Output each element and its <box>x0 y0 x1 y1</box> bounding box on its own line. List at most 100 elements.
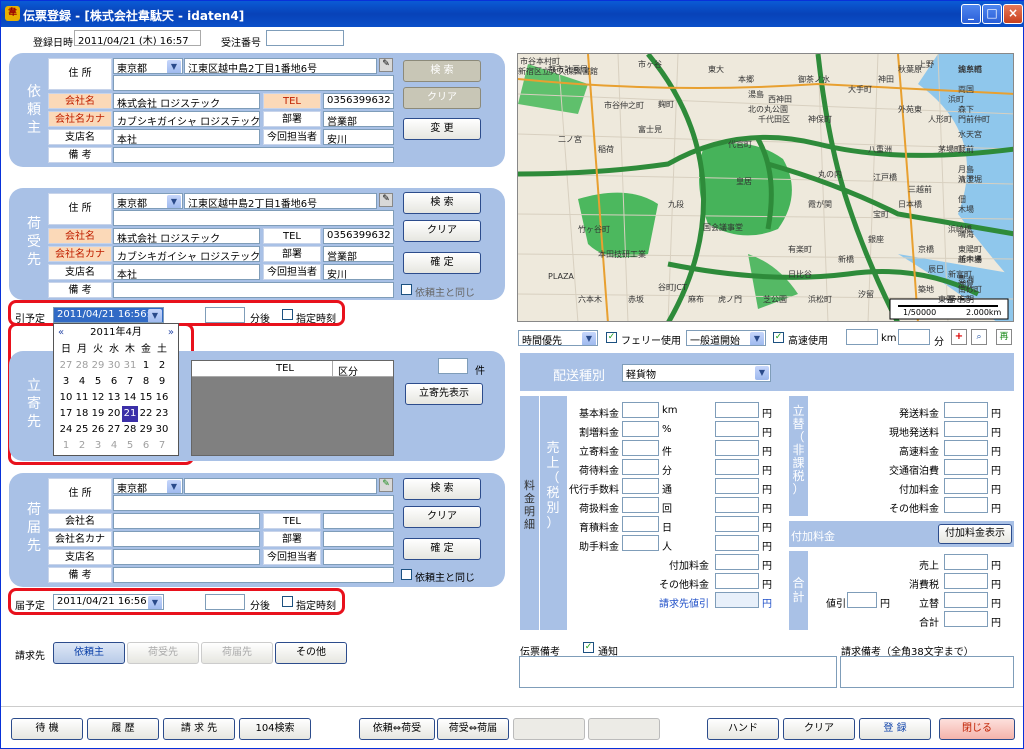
hand-button[interactable]: ハンド <box>707 718 779 740</box>
calendar-day[interactable]: 6 <box>138 438 154 454</box>
calendar-day[interactable]: 27 <box>58 358 74 374</box>
niuke-address2-field[interactable] <box>113 210 394 226</box>
niuke-search-button[interactable]: 検 索 <box>403 192 481 214</box>
uriage-amount-field[interactable] <box>715 516 759 532</box>
irainushi-tel-field[interactable]: 0356399632 <box>323 93 394 109</box>
slip-memo-field[interactable] <box>519 656 837 688</box>
calendar-day[interactable]: 16 <box>154 390 170 406</box>
calendar-day[interactable]: 24 <box>58 422 74 438</box>
pickup-minutes-field[interactable] <box>205 307 245 323</box>
calendar-day[interactable]: 4 <box>106 438 122 454</box>
calendar-day[interactable]: 13 <box>106 390 122 406</box>
route-priority-select[interactable]: 時間優先 ▼ <box>518 330 598 346</box>
billing-delivery-button[interactable]: 荷届先 <box>201 642 273 664</box>
calendar-day[interactable]: 28 <box>74 358 90 374</box>
goukei-discount-field[interactable] <box>847 592 877 608</box>
delivery-company-field[interactable] <box>113 513 260 529</box>
irainushi-kana-field[interactable]: カブシキガイシャ ロジステック <box>113 111 260 127</box>
delivery-same-checkbox[interactable] <box>401 569 412 580</box>
discount-field[interactable] <box>715 592 759 608</box>
register-button[interactable]: 登 録 <box>859 718 931 740</box>
maximize-button[interactable]: □ <box>982 4 1002 24</box>
billing-target-button[interactable]: 請 求 先 <box>163 718 235 740</box>
pencil-icon[interactable]: ✎ <box>379 478 393 492</box>
niuke-company-field[interactable]: 株式会社 ロジステック <box>113 228 260 244</box>
calendar-day[interactable]: 14 <box>122 390 138 406</box>
delivery-person-field[interactable] <box>323 549 394 565</box>
order-no-field[interactable] <box>266 30 344 46</box>
calendar-day[interactable]: 25 <box>74 422 90 438</box>
calendar-day[interactable]: 2 <box>74 438 90 454</box>
billing-irainushi-button[interactable]: 依頼主 <box>53 642 125 664</box>
add-red-icon[interactable]: + <box>951 329 967 345</box>
niuke-confirm-button[interactable]: 確 定 <box>403 252 481 274</box>
irainushi-address2-field[interactable] <box>113 75 394 91</box>
calendar-prev-icon[interactable]: « <box>58 324 64 342</box>
calendar-day[interactable]: 5 <box>122 438 138 454</box>
tatekae-amount-field[interactable] <box>944 421 988 437</box>
delivery-clear-button[interactable]: クリア <box>403 506 481 528</box>
uriage-qty-field[interactable] <box>622 516 659 532</box>
delivery-address-field[interactable] <box>184 478 377 494</box>
uriage-amount-field[interactable] <box>715 497 759 513</box>
delivery-dept-field[interactable] <box>323 531 394 547</box>
delivery-confirm-button[interactable]: 確 定 <box>403 538 481 560</box>
niuke-dept-field[interactable]: 営業部 <box>323 246 394 262</box>
calendar-day[interactable]: 30 <box>106 358 122 374</box>
search-104-button[interactable]: 104検索 <box>239 718 311 740</box>
haisou-select[interactable]: 軽貨物 ▼ <box>622 364 771 382</box>
history-button[interactable]: 履 歴 <box>87 718 159 740</box>
irainushi-address-field[interactable]: 江東区越中島2丁目1番地6号 <box>184 58 377 74</box>
tatekae-amount-field[interactable] <box>944 478 988 494</box>
pickup-fixed-checkbox[interactable] <box>282 309 293 320</box>
niuke-same-checkbox[interactable] <box>401 284 412 295</box>
calendar-day[interactable]: 23 <box>154 406 170 422</box>
arrival-minutes-field[interactable] <box>205 594 245 610</box>
calendar-day[interactable]: 2 <box>154 358 170 374</box>
delivery-tel-field[interactable] <box>323 513 394 529</box>
uriage-amount-field[interactable] <box>715 440 759 456</box>
irainushi-person-field[interactable]: 安川 <box>323 129 394 145</box>
wait-button[interactable]: 待 機 <box>11 718 83 740</box>
highway-checkbox[interactable]: ✓ <box>773 332 784 343</box>
arrival-datetime-select[interactable]: 2011/04/21 16:56 ▼ <box>53 594 164 610</box>
delivery-branch-field[interactable] <box>113 549 260 565</box>
calendar-next-icon[interactable]: » <box>168 324 174 342</box>
calendar-day[interactable]: 29 <box>138 422 154 438</box>
sonota-ryokin-field[interactable] <box>715 573 759 589</box>
calendar-day[interactable]: 31 <box>122 358 138 374</box>
uriage-amount-field[interactable] <box>715 402 759 418</box>
tatekae-amount-field[interactable] <box>944 440 988 456</box>
irainushi-company-field[interactable]: 株式会社 ロジステック <box>113 93 260 109</box>
route-map[interactable]: 市谷本村町 都市計画局 市ヶ谷 新宿区立大久保図書館 市谷仲之町 東大 麹町 皇居 代官町 江戸橋… <box>517 53 1014 322</box>
calendar-day[interactable]: 19 <box>90 406 106 422</box>
uriage-amount-field[interactable] <box>715 478 759 494</box>
tatekae-amount-field[interactable] <box>944 459 988 475</box>
close-window-button[interactable]: × <box>1003 4 1023 24</box>
billing-other-button[interactable]: その他 <box>275 642 347 664</box>
minimize-button[interactable]: _ <box>961 4 981 24</box>
uriage-amount-field[interactable] <box>715 421 759 437</box>
niuke-clear-button[interactable]: クリア <box>403 220 481 242</box>
calendar-day[interactable]: 8 <box>138 374 154 390</box>
calendar-day[interactable]: 4 <box>74 374 90 390</box>
niuke-address-field[interactable]: 江東区越中島2丁目1番地6号 <box>184 193 377 209</box>
uriage-qty-field[interactable] <box>622 478 659 494</box>
tatekae-fuka-show-button[interactable]: 付加料金表示 <box>938 524 1012 544</box>
pickup-datetime-select[interactable]: 2011/04/21 16:56:45 ▼ <box>53 307 164 323</box>
calendar-day[interactable]: 29 <box>90 358 106 374</box>
calendar-day[interactable]: 27 <box>106 422 122 438</box>
calendar-day[interactable]: 26 <box>90 422 106 438</box>
calendar-day[interactable]: 15 <box>138 390 154 406</box>
clear-all-button[interactable]: クリア <box>783 718 855 740</box>
uriage-qty-field[interactable] <box>622 402 659 418</box>
irainushi-clear-button[interactable]: クリア <box>403 87 481 109</box>
calendar-day[interactable]: 11 <box>74 390 90 406</box>
calendar-day[interactable]: 3 <box>58 374 74 390</box>
calendar-day[interactable]: 30 <box>154 422 170 438</box>
calendar-day[interactable]: 21 <box>122 406 138 422</box>
uriage-qty-field[interactable] <box>622 440 659 456</box>
ferry-checkbox[interactable]: ✓ <box>606 332 617 343</box>
niuke-pref-select[interactable]: 東京都 ▼ <box>113 193 183 209</box>
calendar-day[interactable]: 22 <box>138 406 154 422</box>
